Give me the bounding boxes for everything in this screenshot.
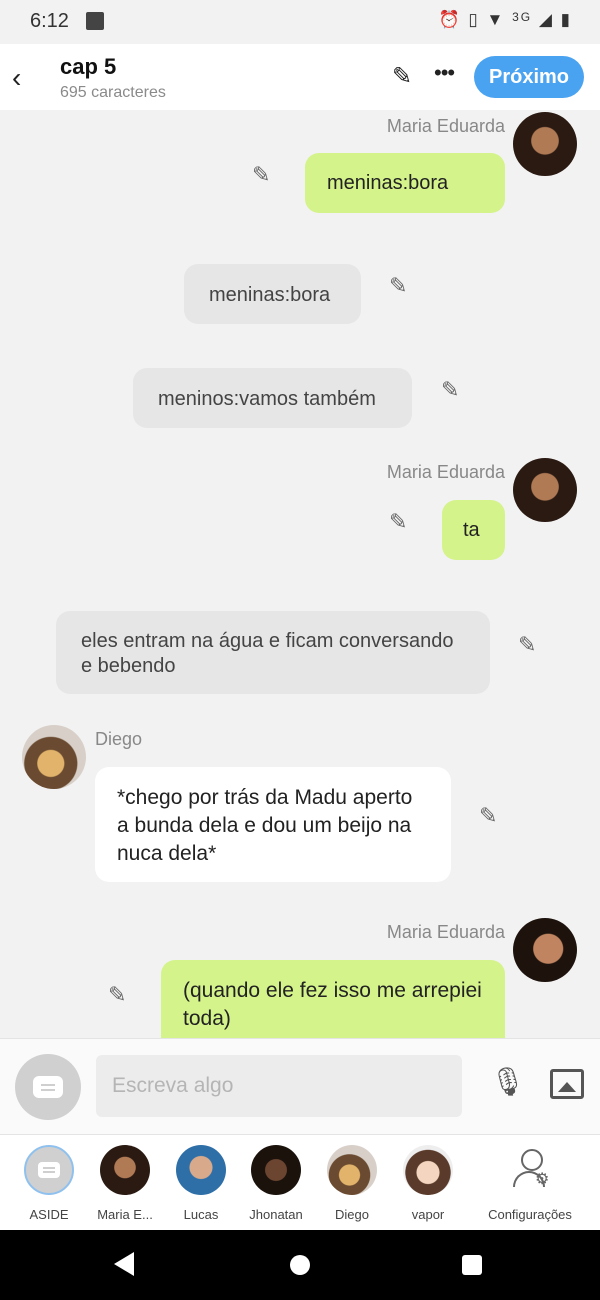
battery-icon: ▮ [560,10,572,29]
home-icon[interactable] [290,1255,310,1275]
character-diego[interactable]: Diego [320,1145,384,1222]
character-vapor[interactable]: vapor [396,1145,460,1222]
signal-icon: ◢ [538,10,554,29]
character-bar: ASIDE Maria E... Lucas Jhonatan Diego va… [0,1134,600,1231]
character-lucas[interactable]: Lucas [169,1145,233,1222]
avatar[interactable] [513,458,577,522]
pencil-icon[interactable]: ✎ [108,982,126,1008]
character-label: vapor [411,1207,445,1222]
pencil-icon[interactable]: ✎ [252,162,270,188]
character-aside[interactable]: ASIDE [17,1145,81,1222]
page-title: cap 5 [60,54,117,79]
image-icon[interactable] [550,1069,584,1099]
status-time: 6:12 [30,10,69,32]
status-bar: 6:12 ⏰ ▯ ▼ 3G ◢ ▮ [0,0,600,44]
more-icon[interactable]: ••• [434,60,455,86]
character-jhonatan[interactable]: Jhonatan [244,1145,308,1222]
next-button[interactable]: Próximo [474,56,584,98]
character-maria[interactable]: Maria E... [93,1145,157,1222]
sender-name: Maria Eduarda [386,462,505,482]
network-type: 3G [512,10,533,24]
message-bubble[interactable]: *chego por trás da Madu aperto a bunda d… [95,767,451,882]
avatar [251,1145,301,1195]
message-bubble[interactable]: ta [442,500,505,560]
header: ‹ cap 5 695 caracteres ✎ ••• Próximo [0,44,600,110]
composer: 🎙 [0,1038,600,1135]
back-icon[interactable] [114,1252,134,1276]
sender-name: Diego [95,729,143,749]
message-input[interactable] [96,1055,462,1117]
avatar [327,1145,377,1195]
pencil-icon[interactable]: ✎ [479,803,497,829]
chat-icon [24,1145,74,1195]
wifi-icon: ▼ [486,10,506,29]
pencil-icon[interactable]: ✎ [441,377,459,403]
vibrate-icon: ▯ [468,10,480,29]
sender-name: Maria Eduarda [386,922,505,942]
avatar[interactable] [22,725,86,789]
user-settings-icon: ⚙ [505,1145,555,1195]
pencil-icon[interactable]: ✎ [389,509,407,535]
sender-name: Maria Eduarda [386,116,505,136]
settings-button[interactable]: ⚙ Configurações [488,1145,572,1222]
character-label: Lucas [183,1207,219,1222]
narration-bubble[interactable]: meninas:bora [184,264,361,324]
character-label: Jhonatan [249,1207,303,1222]
character-label: Diego [335,1207,369,1222]
settings-label: Configurações [488,1207,572,1222]
chevron-left-icon[interactable]: ‹ [12,62,21,94]
system-nav-bar [0,1230,600,1300]
pencil-icon[interactable]: ✎ [389,273,407,299]
character-label: ASIDE [29,1207,69,1222]
character-label: Maria E... [97,1207,153,1222]
image-icon [86,12,104,30]
message-bubble[interactable]: (quando ele fez isso me arrepiei toda) [161,960,505,1038]
narration-bubble[interactable]: eles entram na água e ficam conversando … [56,611,490,694]
narration-bubble[interactable]: meninos:vamos também [133,368,412,428]
avatar[interactable] [513,918,577,982]
alarm-icon: ⏰ [438,10,462,29]
aside-toggle-button[interactable] [15,1054,81,1120]
pencil-icon[interactable]: ✎ [518,632,536,658]
microphone-icon[interactable]: 🎙 [490,1065,526,1098]
message-bubble[interactable]: meninas:bora [305,153,505,213]
avatar [100,1145,150,1195]
chat-icon [33,1076,63,1098]
character-count: 695 caracteres [60,84,166,101]
avatar[interactable] [513,112,577,176]
avatar [176,1145,226,1195]
pencil-icon[interactable]: ✎ [392,62,412,91]
recents-icon[interactable] [462,1255,482,1275]
avatar [403,1145,453,1195]
status-icons: ⏰ ▯ ▼ 3G ◢ ▮ [439,10,572,30]
